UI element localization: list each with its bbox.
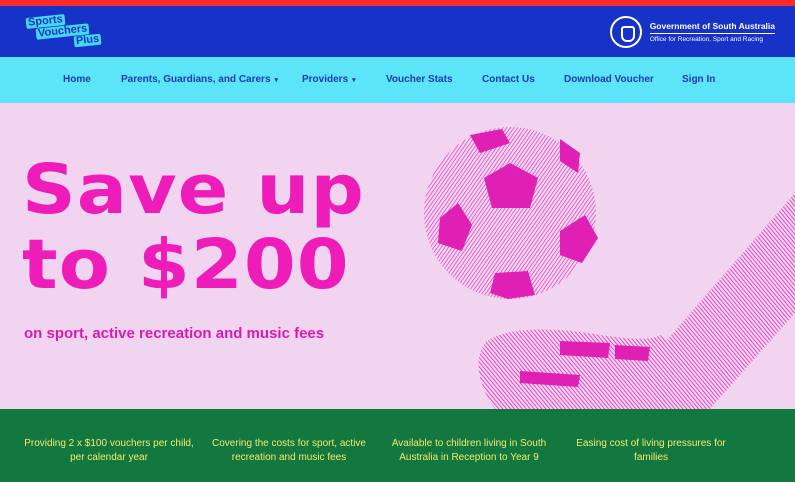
nav-providers-dropdown[interactable]: Providers ▾ [302, 74, 356, 85]
hero-banner: Save up to $200 on sport, active recreat… [0, 103, 795, 409]
state-seal-icon [609, 16, 642, 48]
feature-cost-of-living: Easing cost of living pressures for fami… [576, 438, 726, 463]
soccer-ball-icon [424, 127, 598, 299]
government-name: Government of South Australia [649, 21, 775, 34]
nav-sign-in-label: Sign In [682, 74, 716, 85]
site-header: Sports Vouchers Plus Government of South… [0, 6, 795, 57]
nav-voucher-stats[interactable]: Voucher Stats [386, 74, 453, 85]
government-text: Government of South Australia Office for… [649, 21, 775, 43]
nav-download-voucher[interactable]: Download Voucher [564, 74, 654, 85]
main-navigation: Home Parents, Guardians, and Carers ▾ Pro… [0, 57, 795, 103]
features-bar: Providing 2 x $100 vouchers per child, p… [0, 409, 795, 482]
hero-headline-line2: to $200 [22, 225, 350, 305]
nav-download-voucher-label: Download Voucher [564, 74, 654, 85]
sports-vouchers-plus-logo[interactable]: Sports Vouchers Plus [25, 13, 112, 49]
logo-word-3: Plus [73, 32, 102, 48]
chevron-down-icon: ▾ [274, 77, 279, 84]
feature-eligibility: Available to children living in South Au… [391, 438, 547, 463]
feature-costs-covered: Covering the costs for sport, active rec… [212, 438, 366, 463]
nav-voucher-stats-label: Voucher Stats [386, 74, 453, 85]
hero-subheading: on sport, active recreation and music fe… [24, 325, 325, 342]
nav-parents-label: Parents, Guardians, and Carers [121, 74, 271, 85]
hero-headline-line1: Save up [22, 150, 365, 230]
nav-contact-us-label: Contact Us [482, 74, 535, 85]
nav-home[interactable]: Home [63, 74, 91, 85]
government-logo[interactable]: Government of South Australia Office for… [609, 16, 775, 48]
feature-vouchers: Providing 2 x $100 vouchers per child, p… [24, 438, 194, 463]
nav-home-label: Home [63, 74, 91, 85]
government-office: Office for Recreation, Sport and Racing [649, 36, 764, 43]
nav-sign-in[interactable]: Sign In [682, 74, 715, 85]
nav-providers-label: Providers [302, 74, 349, 85]
chevron-down-icon: ▾ [352, 77, 356, 84]
soccer-ball-kick-illustration [424, 127, 795, 409]
nav-contact-us[interactable]: Contact Us [482, 74, 535, 85]
nav-parents-dropdown[interactable]: Parents, Guardians, and Carers ▾ [121, 74, 278, 85]
